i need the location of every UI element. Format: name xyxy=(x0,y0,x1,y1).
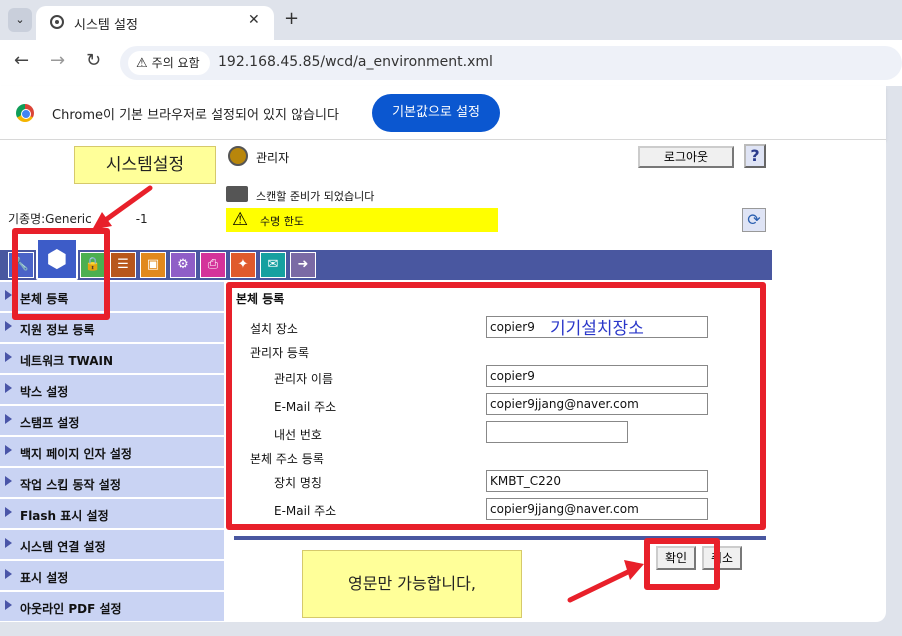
browser-tab[interactable]: 시스템 설정 ✕ xyxy=(36,6,274,40)
sidebar-item-blank-page[interactable]: 백지 페이지 인자 설정 xyxy=(0,437,224,467)
tab-search-menu-button[interactable]: ⌄ xyxy=(8,8,32,32)
print-setting-tab-icon[interactable]: ⎙ xyxy=(200,252,226,278)
box-tab-icon[interactable]: ▣ xyxy=(140,252,166,278)
arrow-right-icon xyxy=(5,414,12,424)
admin-row: 관리자 로그아웃 ? xyxy=(226,144,772,170)
tab-close-button[interactable]: ✕ xyxy=(248,12,260,28)
sidebar-item-label: Flash 표시 설정 xyxy=(20,509,109,523)
life-status-text: 수명 한도 xyxy=(260,215,304,228)
infobar-message: Chrome이 기본 브라우저로 설정되어 있지 않습니다 xyxy=(52,108,339,123)
sidebar-item-label: 작업 스킵 동작 설정 xyxy=(20,478,121,492)
tab-strip: ⌄ 시스템 설정 ✕ + xyxy=(0,0,902,40)
chrome-logo-icon xyxy=(16,104,34,122)
sidebar-item-label: 표시 설정 xyxy=(20,571,69,585)
sidebar-item-box-setting[interactable]: 박스 설정 xyxy=(0,375,224,405)
arrow-left-icon[interactable]: ← xyxy=(14,50,29,71)
sidebar-item-system-connection[interactable]: 시스템 연결 설정 xyxy=(0,530,224,560)
sidebar-item-job-skip[interactable]: 작업 스킵 동작 설정 xyxy=(0,468,224,498)
admin-user-icon xyxy=(228,146,248,166)
system-setting-callout: 시스템설정 xyxy=(74,146,216,184)
arrow-right-icon[interactable]: → xyxy=(50,50,65,71)
sidebar-item-label: 지원 정보 등록 xyxy=(20,323,95,337)
sidebar-item-display-setting[interactable]: 표시 설정 xyxy=(0,561,224,591)
globe-icon xyxy=(50,15,64,29)
model-name: 기종명:Generic -1 xyxy=(8,210,148,227)
refresh-button[interactable]: ⟳ xyxy=(742,208,766,232)
sidebar-item-label: 스탬프 설정 xyxy=(20,416,80,430)
security-warning-chip[interactable]: ⚠ 주의 요함 xyxy=(128,51,210,75)
browser-toolbar: ← → ↻ ⚠ 주의 요함 192.168.45.85/wcd/a_environ… xyxy=(0,40,902,86)
arrow-right-icon xyxy=(5,538,12,548)
sidebar-item-outline-pdf[interactable]: 아웃라인 PDF 설정 xyxy=(0,592,224,622)
warning-icon: ⚠ xyxy=(232,209,249,230)
english-only-callout: 영문만 가능합니다, xyxy=(302,550,522,618)
life-warning-row: ⚠ 수명 한도 xyxy=(226,208,498,232)
category-icon-bar: 🔧 ⬢ 🔒 ☰ ▣ ⚙ ⎙ ✦ ✉ ➜ xyxy=(0,238,772,280)
arrow-right-icon xyxy=(5,569,12,579)
sidebar-item-label: 아웃라인 PDF 설정 xyxy=(20,602,122,616)
default-browser-infobar: Chrome이 기본 브라우저로 설정되어 있지 않습니다 기본값으로 설정 xyxy=(0,86,886,140)
model-suffix: -1 xyxy=(135,212,148,226)
fax-tab-icon[interactable]: ✉ xyxy=(260,252,286,278)
url-text: 192.168.45.85/wcd/a_environment.xml xyxy=(218,54,493,70)
arrow-right-icon xyxy=(5,507,12,517)
model-label: 기종명:Generic xyxy=(8,212,92,226)
highlight-ok-button xyxy=(644,538,720,590)
tab-title: 시스템 설정 xyxy=(74,18,138,33)
highlight-form xyxy=(226,282,766,530)
security-warning-label: 주의 요함 xyxy=(151,56,200,70)
sidebar-item-flash-display[interactable]: Flash 표시 설정 xyxy=(0,499,224,529)
arrow-right-icon xyxy=(5,600,12,610)
new-tab-button[interactable]: + xyxy=(284,8,299,29)
highlight-system-setting xyxy=(12,228,110,320)
set-default-button[interactable]: 기본값으로 설정 xyxy=(372,94,500,132)
arrow-right-icon xyxy=(5,476,12,486)
arrow-right-icon xyxy=(5,352,12,362)
export-tab-icon[interactable]: ➜ xyxy=(290,252,316,278)
arrow-right-icon xyxy=(5,445,12,455)
warning-triangle-icon: ⚠ xyxy=(136,56,148,71)
reload-icon[interactable]: ↻ xyxy=(86,50,101,71)
help-button[interactable]: ? xyxy=(744,144,766,168)
store-address-tab-icon[interactable]: ✦ xyxy=(230,252,256,278)
admin-label: 관리자 xyxy=(256,151,290,165)
address-bar[interactable]: ⚠ 주의 요함 192.168.45.85/wcd/a_environment.x… xyxy=(120,46,902,80)
arrow-right-icon xyxy=(5,383,12,393)
arrow-right-icon xyxy=(5,290,12,300)
sidebar-item-network-twain[interactable]: 네트워크 TWAIN xyxy=(0,344,224,374)
scanner-icon xyxy=(226,186,248,202)
sidebar-item-label: 백지 페이지 인자 설정 xyxy=(20,447,132,461)
network-tab-icon[interactable]: ⚙ xyxy=(170,252,196,278)
sidebar-item-label: 박스 설정 xyxy=(20,385,69,399)
sidebar: 본체 등록 지원 정보 등록 네트워크 TWAIN 박스 설정 스탬프 설정 백… xyxy=(0,282,224,622)
sidebar-item-label: 네트워크 TWAIN xyxy=(20,354,114,368)
sidebar-item-label: 시스템 연결 설정 xyxy=(20,540,106,554)
scan-status-text: 스캔할 준비가 되었습니다 xyxy=(256,190,375,203)
arrow-right-icon xyxy=(5,321,12,331)
user-auth-tab-icon[interactable]: ☰ xyxy=(110,252,136,278)
sidebar-item-stamp-setting[interactable]: 스탬프 설정 xyxy=(0,406,224,436)
logout-button[interactable]: 로그아웃 xyxy=(638,146,734,168)
